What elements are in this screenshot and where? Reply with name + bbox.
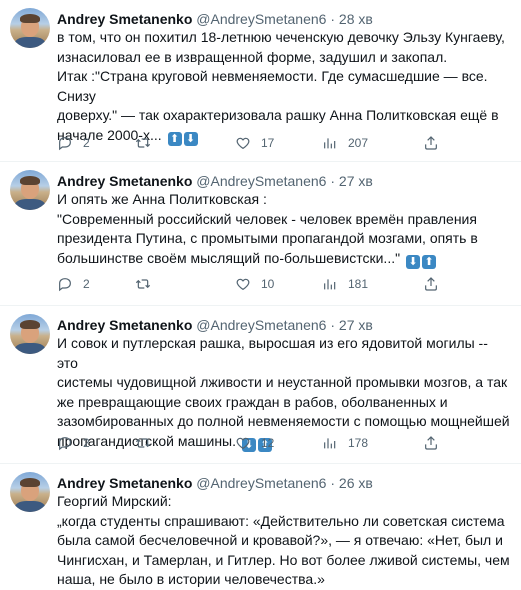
retweet-button[interactable] [135,275,161,293]
share-icon [425,436,437,450]
tweet-line: наша, не было в истории человечества.» [57,571,325,587]
tweet-line: большинстве своём мыслящий по-большевист… [57,249,512,269]
like-count: 10 [261,277,275,291]
avatar[interactable] [10,8,50,48]
author-handle[interactable]: @AndreySmetanen6 [196,475,326,491]
author-name[interactable]: Andrey Smetanenko [57,475,192,491]
like-button[interactable]: 10 [235,275,274,293]
separator: · [330,173,336,189]
tweet[interactable]: Andrey Smetanenko @AndreySmetanen6 · 27 … [0,162,521,306]
views-button[interactable]: 178 [322,434,368,452]
views-button[interactable]: 207 [322,134,368,152]
tweet[interactable]: Andrey Smetanenko @AndreySmetanen6 · 27 … [0,306,521,464]
retweet-icon [135,438,151,448]
reply-count: 2 [83,436,90,450]
share-icon [425,136,437,150]
retweet-icon [135,138,151,148]
heart-icon [236,278,250,291]
tweet-time[interactable]: 26 хв [339,475,373,491]
separator: · [330,317,336,333]
avatar[interactable] [10,170,50,210]
tweet-header: Andrey Smetanenko @AndreySmetanen6 · 27 … [57,316,373,334]
reply-button[interactable]: 2 [57,134,90,152]
reply-count: 2 [83,277,90,291]
tweet-line: зазомбированных до полной невменяемости … [57,413,510,429]
tweet-header: Andrey Smetanenko @AndreySmetanen6 · 26 … [57,474,373,492]
like-button[interactable]: 12 [235,434,274,452]
views-button[interactable]: 181 [322,275,368,293]
tweet-line: президента Путина, с промытыми пропаганд… [57,230,478,246]
share-button[interactable] [423,275,439,293]
tweet-actions: 2 17 207 [57,134,457,152]
author-handle[interactable]: @AndreySmetanen6 [196,11,326,27]
tweet-actions: 2 12 178 [57,434,457,452]
tweet-text: И опять же Анна Политковская : "Современ… [57,190,512,269]
views-count: 181 [348,277,369,291]
heart-icon [236,437,250,450]
tweet-time[interactable]: 27 хв [339,317,373,333]
up-arrow-emoji: ⬆ [421,254,436,269]
tweet-header: Andrey Smetanenko @AndreySmetanen6 · 28 … [57,10,373,28]
tweet-text: Георгий Мирский: „когда студенты спрашив… [57,492,512,590]
avatar[interactable] [10,314,50,354]
reply-button[interactable]: 2 [57,275,90,293]
author-name[interactable]: Andrey Smetanenko [57,173,192,189]
views-count: 207 [348,136,369,150]
tweet-line: изнасиловал ее в извращенной форме, заду… [57,48,448,65]
views-count: 178 [348,436,369,450]
views-icon [324,438,336,449]
like-count: 12 [261,436,275,450]
tweet-header: Andrey Smetanenko @AndreySmetanen6 · 27 … [57,172,373,190]
retweet-icon [135,279,151,289]
avatar[interactable] [10,472,50,512]
author-name[interactable]: Andrey Smetanenko [57,317,192,333]
share-button[interactable] [423,434,439,452]
tweet-line: доверху." — так охарактеризовала рашку А… [57,107,499,123]
views-icon [324,138,336,149]
tweet-line: была самой бесчеловечной и кровавой?», —… [57,532,503,548]
tweet-line: „когда студенты спрашивают: «Действитель… [57,512,505,529]
views-icon [324,279,336,290]
reply-icon [59,437,71,451]
share-button[interactable] [423,134,439,152]
down-arrow-emoji: ⬇ [405,254,420,269]
tweet-line: И опять же Анна Политковская : [57,191,267,207]
tweet-line: Георгий Мирский: [57,493,172,509]
author-name[interactable]: Andrey Smetanenko [57,11,192,27]
tweet-actions: 2 10 181 [57,275,457,293]
tweet[interactable]: Andrey Smetanenko @AndreySmetanen6 · 26 … [0,464,521,587]
share-icon [425,277,437,291]
like-count: 17 [261,136,275,150]
tweet[interactable]: Andrey Smetanenko @AndreySmetanen6 · 28 … [0,0,521,162]
reply-button[interactable]: 2 [57,434,90,452]
reply-count: 2 [83,136,90,150]
reply-icon [59,137,71,151]
tweet-line: в том, что он похитил 18-летнюю чеченску… [57,29,505,45]
tweet-line: Чингисхан, и Тамерлан, и Гитлер. Но вот … [57,551,510,568]
separator: · [330,475,336,491]
tweet-time[interactable]: 28 хв [339,11,373,27]
separator: · [330,11,336,27]
tweet-line: "Современный российский человек - челове… [57,210,477,227]
retweet-button[interactable] [135,434,161,452]
author-handle[interactable]: @AndreySmetanen6 [196,173,326,189]
tweet-line: системы чудовищной лживости и неустанной… [57,374,508,390]
author-handle[interactable]: @AndreySmetanen6 [196,317,326,333]
retweet-button[interactable] [135,134,161,152]
tweet-line: же превращающие своих граждан в рабов, о… [57,393,448,410]
like-button[interactable]: 17 [235,134,274,152]
reply-icon [59,278,71,292]
tweet-line: И совок и путлерская рашка, выросшая из … [57,335,488,371]
tweet-text: в том, что он похитил 18-летнюю чеченску… [57,28,512,146]
tweet-time[interactable]: 27 хв [339,173,373,189]
tweet-line: Итак :"Страна круговой невменяемости. Гд… [57,68,488,104]
heart-icon [236,137,250,150]
